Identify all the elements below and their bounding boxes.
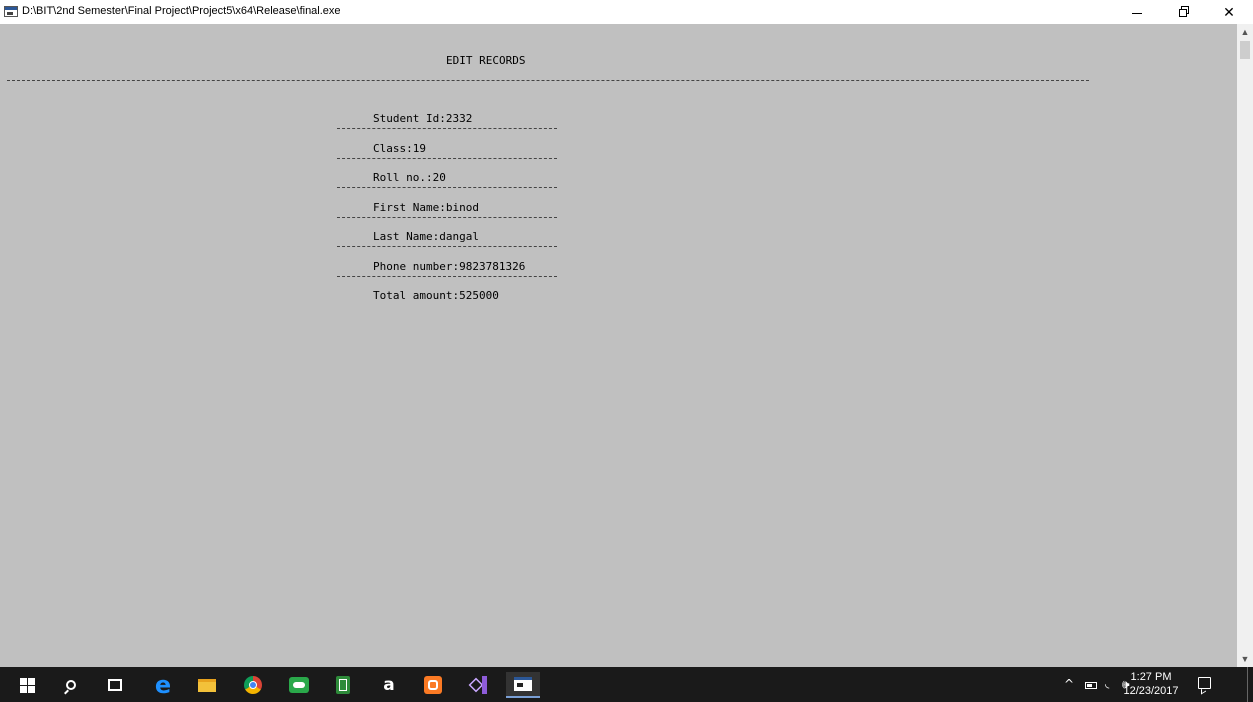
task-view-button[interactable] (98, 672, 132, 698)
minimize-icon (1132, 12, 1142, 14)
record-divider (337, 275, 557, 277)
taskbar-clock[interactable]: 1:27 PM 12/23/2017 (1120, 670, 1182, 698)
search-button[interactable] (54, 672, 88, 698)
record-divider (337, 128, 557, 129)
console-window-icon (4, 6, 18, 17)
record-text: Phone number:9823781326 (373, 259, 526, 273)
record-text: Total amount:525000 (373, 289, 499, 302)
record-divider (337, 246, 557, 247)
visual-studio-icon (469, 676, 489, 694)
amazon-icon: a (383, 674, 395, 695)
clock-time: 1:27 PM (1130, 671, 1172, 683)
show-desktop-button[interactable] (1247, 667, 1253, 702)
cloud-app-taskbar-button[interactable] (282, 672, 316, 698)
record-divider (337, 157, 557, 159)
scroll-up-button[interactable]: ▲ (1237, 24, 1253, 40)
start-button[interactable] (10, 672, 44, 698)
record-text: Class:19 (373, 141, 426, 155)
chrome-taskbar-button[interactable] (236, 672, 270, 698)
window-title: D:\BIT\2nd Semester\Final Project\Projec… (22, 5, 341, 17)
search-icon (66, 680, 76, 690)
chevron-down-icon: ▼ (1240, 654, 1250, 664)
record-text: First Name:binod (373, 200, 479, 214)
taskbar: e a ^ ◟ 🕪 1:27 PM 12/23/2017 (0, 667, 1253, 702)
battery-icon[interactable] (1085, 682, 1097, 689)
scroll-down-button[interactable]: ▼ (1237, 651, 1253, 667)
heading-divider (7, 80, 1089, 81)
xampp-taskbar-button[interactable] (416, 672, 450, 698)
maximize-button[interactable] (1160, 0, 1206, 24)
notes-app-taskbar-button[interactable] (326, 672, 360, 698)
scroll-thumb[interactable] (1240, 41, 1250, 59)
restore-icon (1178, 5, 1189, 17)
console-app-taskbar-button[interactable] (506, 672, 540, 698)
chevron-up-icon: ▲ (1240, 27, 1250, 37)
action-center-icon[interactable] (1198, 677, 1211, 689)
close-icon: ✕ (1223, 3, 1235, 20)
record-text: Roll no.:20 (373, 171, 446, 184)
edge-icon: e (154, 671, 172, 699)
record-divider (337, 187, 557, 188)
windows-start-icon (19, 677, 35, 693)
page-title: EDIT RECORDS (446, 54, 526, 67)
file-explorer-icon (198, 678, 216, 692)
console-app-icon (514, 677, 532, 691)
record-divider (337, 216, 557, 218)
wifi-icon[interactable]: ◟ (1105, 677, 1109, 690)
chrome-icon (244, 676, 262, 694)
console-area[interactable]: EDIT RECORDS Student Id:2332 Class:19 Ro… (7, 24, 1237, 667)
title-bar[interactable]: D:\BIT\2nd Semester\Final Project\Projec… (0, 0, 1253, 24)
amazon-taskbar-button[interactable]: a (372, 672, 406, 698)
edge-taskbar-button[interactable]: e (146, 672, 180, 698)
close-button[interactable]: ✕ (1206, 0, 1252, 24)
xampp-icon (424, 676, 442, 694)
minimize-button[interactable] (1114, 0, 1160, 24)
vertical-scrollbar[interactable]: ▲ ▼ (1237, 24, 1253, 667)
record-text: Last Name:dangal (373, 230, 479, 243)
show-hidden-icons-chevron-icon[interactable]: ^ (1064, 677, 1074, 691)
visual-studio-taskbar-button[interactable] (462, 672, 496, 698)
clock-date: 12/23/2017 (1123, 685, 1179, 697)
task-view-icon (108, 679, 122, 691)
cloud-app-icon (289, 677, 309, 693)
notes-app-icon (336, 676, 350, 694)
file-explorer-taskbar-button[interactable] (190, 672, 224, 698)
record-text: Student Id:2332 (373, 112, 473, 125)
